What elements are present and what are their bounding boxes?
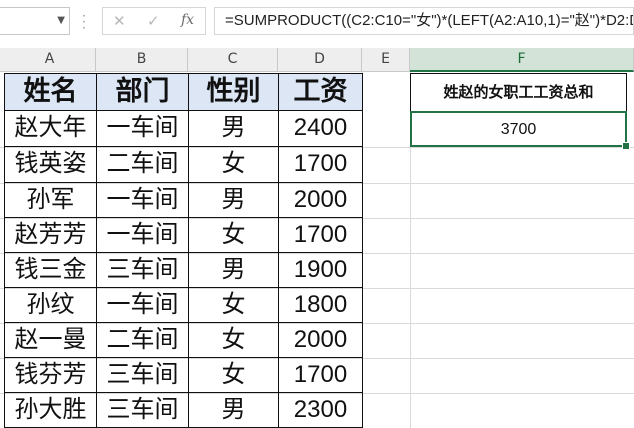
header-department[interactable]: 部门	[96, 73, 189, 111]
cell-department[interactable]: 一车间	[96, 111, 189, 147]
chevron-down-icon[interactable]: ▼	[57, 15, 65, 26]
cell-department[interactable]: 一车间	[96, 288, 189, 323]
cell-department[interactable]: 二车间	[96, 147, 189, 183]
cell-gender[interactable]: 男	[188, 253, 279, 288]
cell-salary[interactable]: 1900	[278, 253, 363, 288]
column-header-b[interactable]: B	[96, 48, 188, 72]
column-header-f[interactable]: F	[410, 48, 634, 72]
column-header-c[interactable]: C	[188, 48, 278, 72]
cell-name[interactable]: 孙大胜	[4, 393, 97, 428]
cell-salary[interactable]: 2000	[278, 323, 363, 358]
insert-function-icon[interactable]: fx	[181, 12, 194, 28]
cell-gender[interactable]: 男	[188, 393, 279, 428]
cell-department[interactable]: 一车间	[96, 218, 189, 253]
column-header-a[interactable]: A	[4, 48, 96, 72]
result-label-cell[interactable]: 姓赵的女职工工资总和	[410, 73, 627, 112]
name-box[interactable]: ▼	[0, 7, 70, 35]
cell-salary[interactable]: 2300	[278, 393, 363, 428]
formula-bar: ▼ · · · ✕ ✓ fx =SUMPRODUCT((C2:C10="女")*(L…	[0, 0, 634, 44]
cell-salary[interactable]: 2400	[278, 111, 363, 147]
cell-gender[interactable]: 男	[188, 111, 279, 147]
cell-department[interactable]: 二车间	[96, 323, 189, 358]
formula-input[interactable]: =SUMPRODUCT((C2:C10="女")*(LEFT(A2:A10,1)…	[214, 7, 634, 35]
header-gender[interactable]: 性别	[188, 73, 279, 111]
more-options-icon[interactable]: · · ·	[82, 10, 86, 34]
cell-name[interactable]: 孙纹	[4, 288, 97, 323]
cell-department[interactable]: 三车间	[96, 358, 189, 393]
cell-salary[interactable]: 1700	[278, 147, 363, 183]
cell-salary[interactable]: 1800	[278, 288, 363, 323]
header-name[interactable]: 姓名	[4, 73, 97, 111]
cell-salary[interactable]: 1700	[278, 218, 363, 253]
cell-gender[interactable]: 女	[188, 147, 279, 183]
cell-department[interactable]: 三车间	[96, 253, 189, 288]
header-salary[interactable]: 工资	[278, 73, 363, 111]
cell-department[interactable]: 一车间	[96, 183, 189, 218]
formula-buttons: ✕ ✓ fx	[102, 7, 206, 35]
cell-salary[interactable]: 1700	[278, 358, 363, 393]
enter-icon[interactable]: ✓	[147, 12, 160, 30]
cell-name[interactable]: 赵大年	[4, 111, 97, 147]
column-header-e[interactable]: E	[362, 48, 410, 72]
cell-name[interactable]: 孙军	[4, 183, 97, 218]
result-value-cell[interactable]: 3700	[410, 111, 627, 147]
fill-handle[interactable]	[622, 142, 630, 150]
cell-gender[interactable]: 女	[188, 323, 279, 358]
cell-gender[interactable]: 女	[188, 358, 279, 393]
cell-gender[interactable]: 男	[188, 183, 279, 218]
cell-name[interactable]: 钱三金	[4, 253, 97, 288]
column-header-d[interactable]: D	[278, 48, 362, 72]
cell-name[interactable]: 钱芬芳	[4, 358, 97, 393]
cell-gender[interactable]: 女	[188, 218, 279, 253]
cell-name[interactable]: 赵芳芳	[4, 218, 97, 253]
cell-department[interactable]: 三车间	[96, 393, 189, 428]
cell-name[interactable]: 赵一曼	[4, 323, 97, 358]
cell-gender[interactable]: 女	[188, 288, 279, 323]
cell-name[interactable]: 钱英姿	[4, 147, 97, 183]
cell-salary[interactable]: 2000	[278, 183, 363, 218]
cancel-icon[interactable]: ✕	[113, 12, 126, 30]
